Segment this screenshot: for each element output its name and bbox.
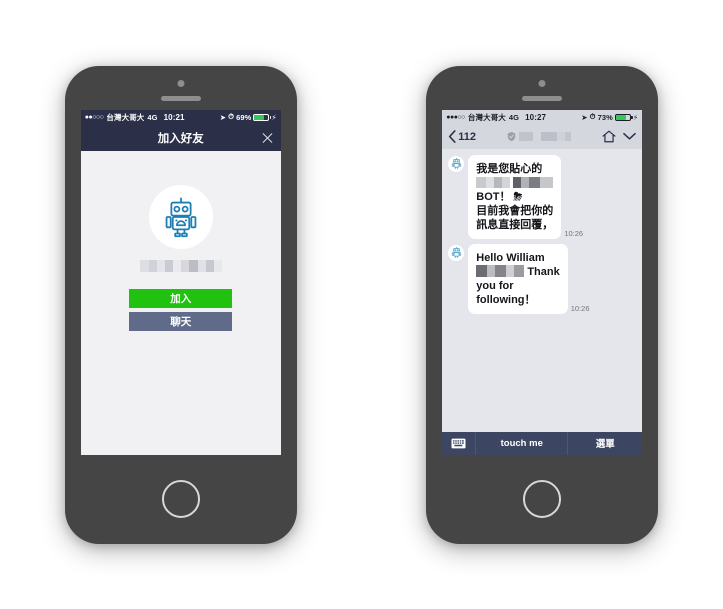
storm-emoji-icon: ⛈ (513, 190, 523, 203)
left-status-bar: ●●○○○ 台灣大哥大 4G 10:21 ➤ ⏱ 69% ⚡ (80, 109, 281, 125)
message-line: BOT！ (476, 190, 511, 203)
menu-button[interactable]: 選單 (567, 431, 642, 455)
bubble-group: Hello William Thank you for following！ 1… (468, 243, 590, 315)
robot-avatar-icon (451, 157, 461, 169)
chat-title-redacted (519, 132, 572, 141)
back-count-label: 112 (458, 130, 476, 143)
right-status-bar: ●●●○○ 台灣大哥大 4G 10:27 ➤ ⏱ 73% ⚡ (442, 109, 643, 125)
phone-bottom-bezel (426, 455, 658, 544)
phone-top-bezel (426, 66, 658, 110)
chat-button[interactable]: 聊天 (129, 311, 233, 331)
battery-percent-label: 69% (236, 112, 252, 122)
redacted-text (476, 177, 511, 189)
add-friend-navbar: 加入好友 (80, 124, 281, 151)
message-line: Hello William (476, 251, 545, 264)
redacted-text (476, 264, 525, 277)
bolt-icon: ⚡ (271, 112, 277, 122)
signal-dots-icon: ●●●○○ (446, 113, 465, 121)
keyboard-toggle-button[interactable] (442, 431, 477, 455)
touch-me-button[interactable]: touch me (476, 432, 567, 455)
robot-avatar-icon (451, 247, 461, 259)
message-timestamp: 10:26 (570, 304, 590, 314)
carrier-label: 台灣大哥大 (106, 112, 145, 122)
shield-icon (507, 131, 516, 142)
phones-stage: ●●○○○ 台灣大哥大 4G 10:21 ➤ ⏱ 69% ⚡ 加入好友 加入 聊… (0, 0, 723, 609)
phone-bottom-bezel (65, 455, 297, 544)
message-line: following！ (476, 294, 536, 307)
earpiece-speaker (522, 95, 563, 101)
battery-icon (253, 113, 272, 121)
message-line: 目前我會把你的 (476, 204, 554, 217)
chevron-left-icon (449, 130, 456, 143)
home-icon[interactable] (602, 130, 616, 143)
phone-top-bezel (65, 66, 297, 110)
left-screen: ●●○○○ 台灣大哥大 4G 10:21 ➤ ⏱ 69% ⚡ 加入好友 加入 聊… (80, 109, 281, 455)
carrier-label: 台灣大哥大 (467, 112, 506, 122)
chat-header-actions (602, 130, 637, 143)
page-title: 加入好友 (157, 132, 204, 145)
phone-left-add-friend: ●●○○○ 台灣大哥大 4G 10:21 ➤ ⏱ 69% ⚡ 加入好友 加入 聊… (64, 65, 297, 544)
back-button[interactable]: 112 (448, 130, 476, 143)
chevron-down-icon[interactable] (623, 132, 637, 141)
robot-avatar-icon (165, 197, 197, 237)
network-type-label: 4G (508, 112, 520, 122)
right-screen: ●●●○○ 台灣大哥大 4G 10:27 ➤ ⏱ 73% ⚡ 112 我是您貼心… (442, 109, 643, 455)
alarm-icon: ⏱ (228, 112, 235, 121)
status-time: 10:21 (163, 112, 185, 122)
location-arrow-icon: ➤ (581, 112, 588, 122)
message-bubble[interactable]: 我是您貼心的 BOT！ ⛈ 目前我會把你的 訊息直接回覆， (468, 154, 562, 239)
avatar[interactable] (448, 244, 465, 261)
add-friend-body: 加入 聊天 (80, 150, 281, 455)
location-arrow-icon: ➤ (219, 112, 227, 122)
chat-header: 112 (442, 124, 643, 149)
account-name-redacted (139, 259, 222, 272)
redacted-text (513, 177, 554, 189)
earpiece-speaker (160, 95, 201, 101)
message-timestamp: 10:26 (564, 228, 584, 238)
phone-right-chat: ●●●○○ 台灣大哥大 4G 10:27 ➤ ⏱ 73% ⚡ 112 我是您貼心… (426, 65, 659, 544)
message-line: you for (476, 280, 514, 293)
bubble-group: 我是您貼心的 BOT！ ⛈ 目前我會把你的 訊息直接回覆， 10:26 (468, 154, 584, 239)
avatar[interactable] (448, 155, 465, 172)
keyboard-icon (451, 438, 466, 448)
chat-message-list[interactable]: 我是您貼心的 BOT！ ⛈ 目前我會把你的 訊息直接回覆， 10:26 Hell… (442, 148, 643, 432)
front-camera-icon (538, 79, 546, 87)
alarm-icon: ⏱ (589, 112, 596, 121)
message-line: 訊息直接回覆， (476, 218, 554, 231)
add-friend-button[interactable]: 加入 (129, 288, 233, 308)
close-icon[interactable] (261, 131, 274, 144)
message-line: 我是您貼心的 (476, 162, 543, 175)
chat-message: Hello William Thank you for following！ 1… (448, 243, 635, 315)
message-line: Thank (527, 265, 560, 278)
bolt-icon: ⚡ (632, 112, 639, 122)
action-buttons: 加入 聊天 (129, 288, 233, 331)
battery-icon (614, 113, 633, 121)
chat-footer-bar: touch me 選單 (442, 431, 643, 455)
chat-message: 我是您貼心的 BOT！ ⛈ 目前我會把你的 訊息直接回覆， 10:26 (448, 154, 635, 239)
status-time: 10:27 (525, 112, 547, 122)
home-button[interactable] (161, 480, 200, 518)
network-type-label: 4G (147, 112, 158, 122)
chat-title (480, 131, 598, 142)
avatar (148, 184, 213, 249)
front-camera-icon (177, 79, 185, 87)
message-bubble[interactable]: Hello William Thank you for following！ (468, 243, 568, 315)
home-button[interactable] (523, 480, 562, 518)
battery-percent-label: 73% (597, 112, 613, 122)
signal-dots-icon: ●●○○○ (84, 113, 104, 121)
